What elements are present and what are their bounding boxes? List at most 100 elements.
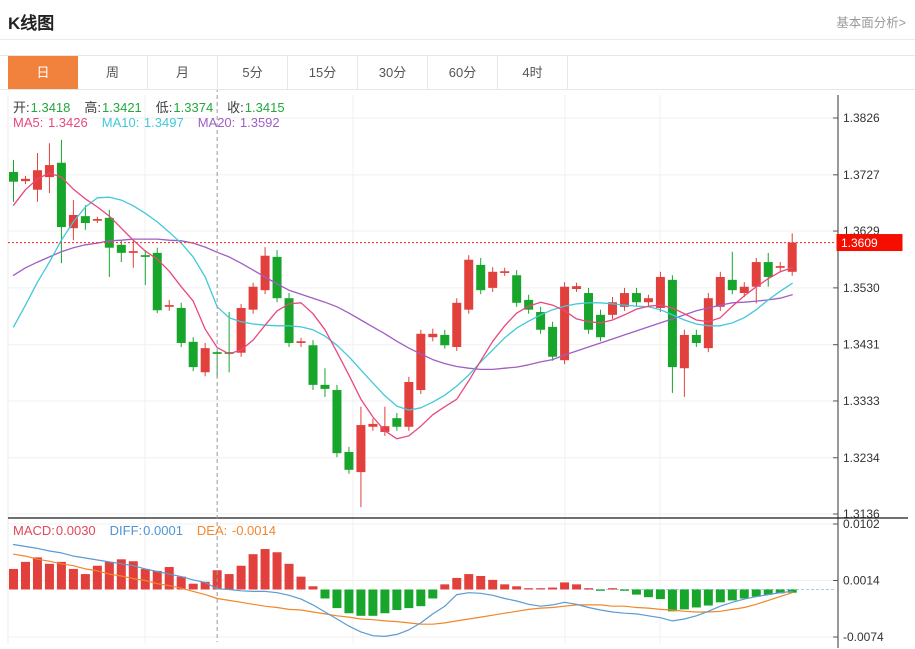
candle-body bbox=[344, 452, 353, 470]
macd-bar bbox=[249, 554, 258, 589]
macd-bar bbox=[332, 589, 341, 608]
macd-axis-label: 0.0014 bbox=[843, 574, 880, 588]
candle-body bbox=[189, 342, 198, 367]
price-axis-label: 1.3727 bbox=[843, 168, 880, 182]
candle-body bbox=[21, 179, 30, 181]
candle-body bbox=[93, 219, 102, 221]
candle-body bbox=[632, 293, 641, 302]
macd-bar bbox=[500, 584, 509, 589]
macd-bar bbox=[716, 589, 725, 602]
ma-row-item: MA5: 1.3426 bbox=[13, 115, 88, 130]
macd-bar bbox=[225, 574, 234, 589]
macd-bar bbox=[488, 580, 497, 590]
tab-week[interactable]: 周 bbox=[78, 56, 148, 89]
macd-bar bbox=[297, 577, 306, 590]
macd-bar bbox=[9, 569, 18, 590]
macd-bar bbox=[33, 557, 42, 589]
candle-body bbox=[105, 218, 114, 248]
price-axis-label: 1.3333 bbox=[843, 394, 880, 408]
macd-bar bbox=[464, 574, 473, 589]
tab-day[interactable]: 日 bbox=[8, 56, 78, 89]
macd-axis-label: -0.0074 bbox=[843, 630, 884, 644]
macd-bar bbox=[153, 571, 162, 590]
candle-body bbox=[177, 308, 186, 343]
current-price-label: 1.3609 bbox=[841, 236, 878, 250]
ohlc-row-item: 开:1.3418 bbox=[13, 100, 70, 115]
price-axis-label: 1.3431 bbox=[843, 338, 880, 352]
candle-body bbox=[740, 287, 749, 293]
macd-row-item: DEA: -0.0014 bbox=[197, 523, 276, 538]
candle-body bbox=[644, 298, 653, 302]
tab-15min[interactable]: 15分 bbox=[288, 56, 358, 89]
fundamental-analysis-link[interactable]: 基本面分析> bbox=[836, 12, 906, 31]
macd-bar bbox=[440, 584, 449, 589]
candle-body bbox=[33, 170, 42, 190]
tab-30min[interactable]: 30分 bbox=[358, 56, 428, 89]
macd-bar bbox=[632, 589, 641, 594]
price-axis-label: 1.3826 bbox=[843, 111, 880, 125]
candle-body bbox=[368, 424, 377, 427]
macd-bar bbox=[608, 588, 617, 589]
candle-body bbox=[285, 298, 294, 343]
macd-bar bbox=[428, 589, 437, 598]
macd-bar bbox=[237, 566, 246, 590]
macd-bar bbox=[273, 552, 282, 589]
macd-bar bbox=[320, 589, 329, 598]
candle-body bbox=[440, 335, 449, 345]
macd-bar bbox=[57, 562, 66, 590]
ohlc-row-item: 高:1.3421 bbox=[84, 100, 141, 115]
macd-bar bbox=[740, 589, 749, 598]
tab-month[interactable]: 月 bbox=[148, 56, 218, 89]
price-axis-label: 1.3530 bbox=[843, 281, 880, 295]
macd-bar bbox=[380, 589, 389, 613]
candle-body bbox=[512, 275, 521, 303]
candle-body bbox=[9, 172, 18, 182]
candle-body bbox=[584, 293, 593, 330]
tab-4hour[interactable]: 4时 bbox=[498, 56, 568, 89]
candle-body bbox=[249, 287, 258, 310]
candle-body bbox=[213, 352, 222, 354]
macd-row-item: MACD:0.0030 bbox=[13, 523, 96, 538]
candle-body bbox=[692, 335, 701, 343]
ohlc-row-item: 低:1.3374 bbox=[156, 100, 213, 115]
macd-readout: MACD:0.0030 DIFF:0.0001 DEA: -0.0014 bbox=[13, 523, 290, 538]
timeframe-tab-bar: 日周月5分15分30分60分4时 bbox=[0, 55, 915, 90]
macd-row-item: DIFF:0.0001 bbox=[110, 523, 183, 538]
kline-page: { "header": { "title": "K线图", "link_labe… bbox=[0, 0, 915, 649]
candle-body bbox=[764, 262, 773, 277]
candle-body bbox=[273, 257, 282, 298]
candle-body bbox=[201, 348, 210, 372]
macd-bar bbox=[285, 564, 294, 590]
candle-body bbox=[488, 272, 497, 288]
header-divider bbox=[0, 39, 915, 40]
macd-bar bbox=[356, 589, 365, 615]
macd-bar bbox=[404, 589, 413, 608]
macd-bar bbox=[560, 582, 569, 589]
tab-60min[interactable]: 60分 bbox=[428, 56, 498, 89]
macd-bar bbox=[141, 569, 150, 590]
macd-bar bbox=[309, 586, 318, 589]
macd-bar bbox=[704, 589, 713, 605]
page-header: K线图 基本面分析> bbox=[0, 0, 915, 39]
macd-bar bbox=[476, 576, 485, 589]
candle-body bbox=[416, 334, 425, 390]
candle-body bbox=[356, 425, 365, 472]
macd-bar bbox=[512, 586, 521, 589]
macd-bar bbox=[69, 569, 78, 590]
candle-body bbox=[452, 303, 461, 347]
ma-row-item: MA10: 1.3497 bbox=[102, 115, 184, 130]
macd-bar bbox=[416, 589, 425, 606]
candle-body bbox=[428, 334, 437, 337]
candle-body bbox=[309, 345, 318, 385]
candle-body bbox=[716, 277, 725, 307]
tab-5min[interactable]: 5分 bbox=[218, 56, 288, 89]
candle-body bbox=[392, 418, 401, 427]
candle-body bbox=[668, 280, 677, 367]
candle-body bbox=[332, 390, 341, 453]
macd-bar bbox=[644, 589, 653, 597]
macd-bar bbox=[45, 564, 54, 590]
candle-body bbox=[261, 256, 270, 290]
candle-body bbox=[141, 255, 150, 257]
candle-body bbox=[656, 277, 665, 308]
macd-bar bbox=[261, 549, 270, 589]
